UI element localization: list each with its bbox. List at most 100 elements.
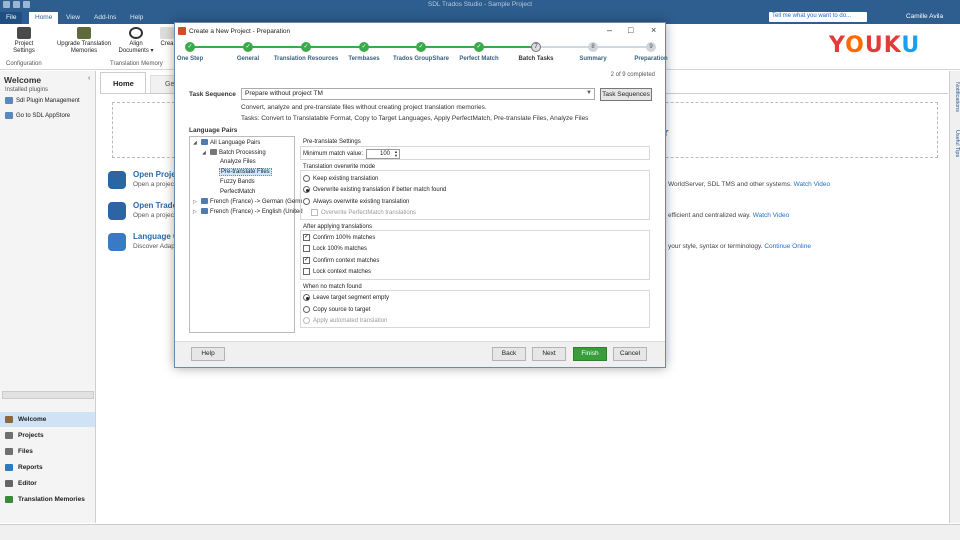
checkbox-overwrite-perfectmatch[interactable]: Overwrite PerfectMatch translations (311, 209, 416, 216)
next-button[interactable]: Next (532, 347, 566, 361)
radio-copy-source[interactable]: Copy source to target (303, 306, 370, 313)
radio-overwrite-if-better[interactable]: Overwrite existing translation if better… (303, 186, 446, 193)
right-text-2-body: efficient and centralized way. (668, 212, 751, 219)
radio-button[interactable] (303, 186, 310, 193)
nav-projects[interactable]: Projects (0, 428, 95, 443)
minimize-icon[interactable]: – (607, 25, 612, 35)
checkbox-lock-context[interactable]: Lock context matches (303, 268, 371, 275)
checkbox-confirm-100[interactable]: ✓ Confirm 100% matches (303, 234, 375, 241)
tree-item-pre-translate-files[interactable]: Pre-translate Files (219, 168, 272, 176)
spinner-icon[interactable]: ▲ ▼ (394, 150, 398, 158)
upgrade-tm-icon (77, 27, 91, 39)
menu-add-ins[interactable]: Add-Ins (88, 12, 122, 24)
tree-item-analyze-files[interactable]: Analyze Files (220, 159, 256, 165)
checkbox-lock-100[interactable]: Lock 100% matches (303, 245, 367, 252)
tree-item-fr-de[interactable]: French (France) -> German (Germ (201, 198, 302, 205)
open-trados-link[interactable]: Open Trade (133, 201, 177, 210)
step-4-dot: ✓ (359, 42, 369, 52)
checkbox[interactable] (303, 245, 310, 252)
collapse-pane-icon[interactable]: ‹ (88, 75, 90, 82)
ribbon-group-configuration: Configuration (6, 61, 42, 67)
expand-icon[interactable]: ▷ (193, 209, 197, 215)
checkbox[interactable] (303, 268, 310, 275)
collapse-batch-icon[interactable]: ◢ (202, 150, 206, 156)
language-cloud-icon (108, 233, 126, 251)
radio-button[interactable] (303, 306, 310, 313)
nav-reports[interactable]: Reports (0, 460, 95, 475)
menu-help[interactable]: Help (124, 12, 149, 24)
checkbox[interactable]: ✓ (303, 257, 310, 264)
nav-files[interactable]: Files (0, 444, 95, 459)
batch-icon (210, 149, 217, 155)
step-7-dot: 7 (531, 42, 541, 52)
nav-reports-label: Reports (18, 464, 43, 471)
radio-button[interactable] (303, 198, 310, 205)
help-button[interactable]: Help (191, 347, 225, 361)
checkbox-confirm-context[interactable]: ✓ Confirm context matches (303, 257, 379, 264)
finish-button[interactable]: Finish (573, 347, 607, 361)
tab-home[interactable]: Home (100, 72, 146, 94)
expand-icon[interactable]: ▷ (193, 199, 197, 205)
nav-welcome[interactable]: Welcome (0, 412, 95, 427)
tree-item-perfectmatch[interactable]: PerfectMatch (220, 189, 255, 195)
appstore-item[interactable]: Go to SDL AppStore (5, 112, 70, 119)
notifications-tab[interactable]: Notifications (949, 82, 960, 112)
task-sequence-select[interactable]: Prepare without project TM ▼ (241, 88, 595, 100)
useful-tips-tab[interactable]: Useful Tips (949, 130, 960, 157)
radio-always-overwrite[interactable]: Always overwrite existing translation (303, 198, 409, 205)
close-icon[interactable]: × (651, 25, 656, 35)
menu-file[interactable]: File (0, 12, 23, 24)
watch-video-link-1[interactable]: Watch Video (794, 181, 831, 188)
upgrade-tm-button[interactable]: Upgrade Translation Memories (56, 27, 112, 55)
align-documents-button[interactable]: Align Documents ▾ (116, 27, 156, 55)
maximize-icon[interactable]: □ (628, 25, 633, 35)
radio-apply-mt[interactable]: Apply automated translation (303, 317, 387, 324)
nav-translation-memories[interactable]: Translation Memories (0, 492, 95, 507)
checkbox[interactable] (311, 209, 318, 216)
continue-online-link[interactable]: Continue Online (764, 243, 811, 250)
step-9-label[interactable]: Preparation (616, 56, 686, 62)
tree-item-fuzzy-bands[interactable]: Fuzzy Bands (220, 179, 255, 185)
tree-item-label: French (France) -> English (United (210, 209, 303, 215)
user-name[interactable]: Camille Avila (906, 13, 943, 20)
menu-home[interactable]: Home (29, 12, 59, 24)
right-text-2: efficient and centralized way. Watch Vid… (668, 212, 789, 219)
align-documents-icon (129, 27, 143, 39)
radio-label: Leave target segment empty (313, 294, 390, 301)
nav-welcome-label: Welcome (18, 416, 47, 423)
back-button[interactable]: Back (492, 347, 526, 361)
status-bar (0, 524, 960, 540)
youku-watermark: YOUKU (829, 33, 921, 58)
collapse-all-icon[interactable]: ◢ (193, 140, 197, 146)
radio-leave-empty[interactable]: Leave target segment empty (303, 294, 389, 301)
project-settings-button[interactable]: Project Settings (6, 27, 42, 55)
tell-me-search[interactable]: Tell me what you want to do... (769, 12, 867, 22)
nav-editor-label: Editor (18, 480, 37, 487)
checkbox[interactable]: ✓ (303, 234, 310, 241)
left-pane-hscrollbar[interactable] (2, 391, 94, 399)
radio-button[interactable] (303, 175, 310, 182)
radio-keep-existing[interactable]: Keep existing translation (303, 175, 378, 182)
task-sequences-button[interactable]: Task Sequences (600, 88, 652, 101)
min-match-input[interactable]: 100 ▲ ▼ (366, 149, 400, 159)
task-sequence-description: Convert, analyze and pre-translate files… (241, 104, 487, 111)
menu-view[interactable]: View (60, 12, 86, 24)
tree-item-batch-processing[interactable]: Batch Processing (210, 149, 266, 156)
language-cloud-link[interactable]: Language C (133, 232, 179, 241)
files-icon (5, 448, 13, 455)
watch-video-link-2[interactable]: Watch Video (753, 212, 790, 219)
cancel-button[interactable]: Cancel (613, 347, 647, 361)
plugin-management-item[interactable]: Sdl Plugin Management (5, 97, 80, 104)
tree-item-fr-en[interactable]: French (France) -> English (United (201, 208, 303, 215)
open-project-link[interactable]: Open Proje (133, 170, 176, 179)
language-pairs-icon (201, 139, 208, 145)
open-trados-icon (108, 202, 126, 220)
radio-button[interactable] (303, 317, 310, 324)
create-button[interactable]: Crea (160, 27, 174, 48)
radio-button[interactable] (303, 294, 310, 301)
plugin-management-label: Sdl Plugin Management (16, 97, 80, 104)
task-sequence-label: Task Sequence (189, 91, 236, 98)
nav-editor[interactable]: Editor (0, 476, 95, 491)
tree-item-all-language-pairs[interactable]: All Language Pairs (201, 139, 260, 146)
project-settings-label: Project Settings (13, 41, 35, 54)
